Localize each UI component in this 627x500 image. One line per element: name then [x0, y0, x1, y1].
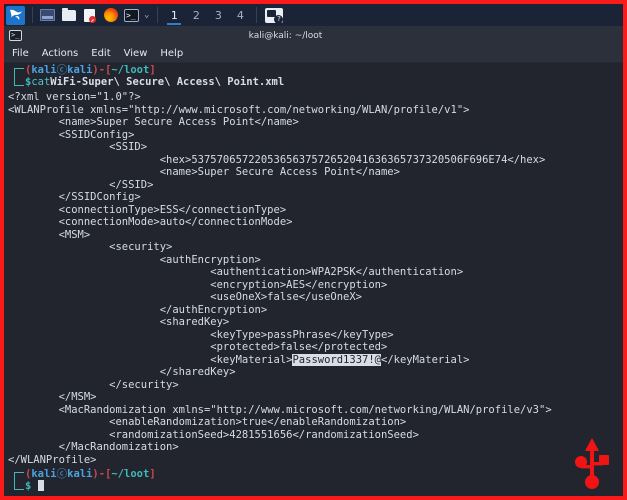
terminal-output-area[interactable]: (kaliⓒkali)-[~/loot] $catWiFi-Super\ Sec… — [4, 63, 623, 496]
xml-line-12: <security> — [8, 241, 173, 253]
xml-line-4: <SSID> — [8, 141, 148, 153]
xml-line-9: <connectionType>ESS</connectionType> — [8, 203, 287, 216]
xml-line-1: <WLANProfile xmlns="http://www.microsoft… — [8, 103, 470, 116]
help-terminal-icon[interactable] — [265, 7, 284, 24]
xml-tail-line-2: </MSM> — [8, 391, 97, 403]
prompt-close-paren-bottom: )-[ — [92, 468, 112, 480]
menu-edit[interactable]: Edit — [91, 48, 110, 59]
xml-line-14: <authentication>WPA2PSK</authentication> — [8, 266, 464, 278]
key-material-prefix: <keyMaterial> — [8, 353, 293, 366]
xml-line-18: <sharedKey> — [8, 316, 230, 328]
prompt-bracket-decoration-bottom — [14, 472, 24, 490]
xml-tail-line-0: </sharedKey> — [8, 366, 236, 378]
prompt-line-bottom: (kaliⓒkali)-[~/loot] — [25, 468, 156, 481]
prompt-host-bottom: kali — [67, 468, 93, 480]
xml-line-7: </SSID> — [8, 178, 154, 191]
show-desktop-icon[interactable] — [38, 6, 57, 25]
menubar: File Actions Edit View Help — [4, 45, 623, 63]
command-line: $catWiFi-Super\ Secure\ Access\ Point.xm… — [25, 76, 284, 89]
xml-line-5: <hex>53757065722053656375726520416363657… — [8, 153, 546, 166]
xml-line-6: <name>Super Secure Access Point</name> — [8, 166, 400, 178]
prompt-close-paren: )-[ — [92, 64, 112, 76]
window-titlebar: >_ kali@kali: ~/loot — [4, 26, 623, 45]
menu-file[interactable]: File — [12, 48, 29, 59]
prompt-at-icon: ⓒ — [56, 64, 68, 76]
xml-tail-line-4: <enableRandomization>true</enableRandomi… — [8, 416, 407, 428]
terminal-icon[interactable]: >_ — [122, 6, 141, 25]
prompt-line-top: (kaliⓒkali)-[~/loot] — [25, 64, 156, 77]
prompt-at-icon-bottom: ⓒ — [56, 468, 68, 480]
xml-line-16: <useOneX>false</useOneX> — [8, 291, 363, 303]
firefox-globe-icon — [103, 8, 118, 22]
xml-output-tail: </sharedKey> </security> </MSM> <MacRand… — [8, 366, 623, 466]
desktop-screen: >_ ⌄ 1 2 3 4 >_ kali@kali: ~/loot File A… — [0, 0, 627, 500]
xml-line-11: <MSM> — [8, 228, 91, 241]
xml-line-17: </authEncryption> — [8, 303, 268, 316]
prompt-bracket-decoration — [14, 68, 24, 86]
prompt-path: ~/loot — [111, 64, 150, 76]
xml-line-8: </SSIDConfig> — [8, 191, 141, 203]
xml-line-19: <keyType>passPhrase</keyType> — [8, 328, 394, 341]
key-material-value[interactable]: Password1337!@ — [292, 353, 381, 366]
xml-tail-line-6: </MacRandomization> — [8, 441, 179, 453]
input-line[interactable]: $ — [25, 480, 44, 493]
monitor-icon — [40, 9, 55, 21]
prompt-block-bottom: (kaliⓒkali)-[~/loot] $ — [8, 468, 623, 495]
prompt-path-bottom: ~/loot — [111, 468, 150, 480]
taskbar-separator-3 — [256, 7, 258, 23]
prompt-close-bracket: ] — [149, 64, 156, 76]
xml-line-3: <SSIDConfig> — [8, 128, 135, 141]
terminal-glyph-icon: >_ — [124, 8, 139, 22]
chevron-down-icon[interactable]: ⌄ — [144, 10, 149, 20]
prompt-user-bottom: kali — [31, 468, 57, 480]
prompt-host: kali — [67, 64, 93, 76]
xml-tail-line-7: </WLANProfile> — [8, 453, 97, 466]
prompt-close-bracket-bottom: ] — [149, 468, 156, 480]
xml-line-0: <?xml version="1.0"?> — [8, 91, 141, 103]
text-cursor — [37, 480, 44, 491]
xml-line-13: <authEncryption> — [8, 253, 261, 266]
taskbar: >_ ⌄ 1 2 3 4 — [4, 4, 623, 26]
taskbar-separator — [32, 7, 33, 23]
workspace-1[interactable]: 1 — [163, 5, 185, 25]
key-material-line: <keyMaterial>Password1337!@</keyMaterial… — [8, 353, 623, 367]
xml-tail-line-3: <MacRandomization xmlns="http://www.micr… — [8, 403, 552, 416]
window-title: kali@kali: ~/loot — [248, 30, 323, 41]
text-editor-icon[interactable] — [80, 6, 99, 25]
file-manager-icon[interactable] — [59, 6, 78, 25]
menu-view[interactable]: View — [124, 48, 148, 59]
prompt-block-top: (kaliⓒkali)-[~/loot] $catWiFi-Super\ Sec… — [8, 64, 623, 91]
prompt-user: kali — [31, 64, 57, 76]
key-material-suffix: </keyMaterial> — [381, 353, 470, 366]
menu-help[interactable]: Help — [160, 48, 183, 59]
folder-icon — [61, 7, 76, 21]
xml-output-head: <?xml version="1.0"?> <WLANProfile xmlns=… — [8, 91, 623, 354]
document-icon — [84, 8, 96, 23]
kali-menu-icon[interactable] — [6, 5, 25, 25]
workspace-2[interactable]: 2 — [185, 5, 207, 25]
xml-line-20: <protected>false</protected> — [8, 341, 388, 353]
usb-logo — [570, 438, 614, 490]
workspace-4[interactable]: 4 — [229, 5, 251, 25]
command-args: WiFi-Super\ Secure\ Access\ Point.xml — [50, 76, 285, 88]
menu-actions[interactable]: Actions — [42, 48, 79, 59]
workspace-3[interactable]: 3 — [207, 5, 229, 25]
xml-line-15: <encryption>AES</encryption> — [8, 278, 388, 291]
xml-tail-line-1: </security> — [8, 378, 179, 391]
xml-tail-line-5: <randomizationSeed>4281551656</randomiza… — [8, 428, 419, 441]
command-name: cat — [31, 76, 51, 88]
xml-line-10: <connectionMode>auto</connectionMode> — [8, 216, 293, 228]
taskbar-separator-2 — [157, 7, 159, 23]
firefox-icon[interactable] — [101, 6, 120, 25]
kali-dragon-icon — [8, 7, 24, 23]
xml-line-2: <name>Super Secure Access Point</name> — [8, 116, 299, 128]
